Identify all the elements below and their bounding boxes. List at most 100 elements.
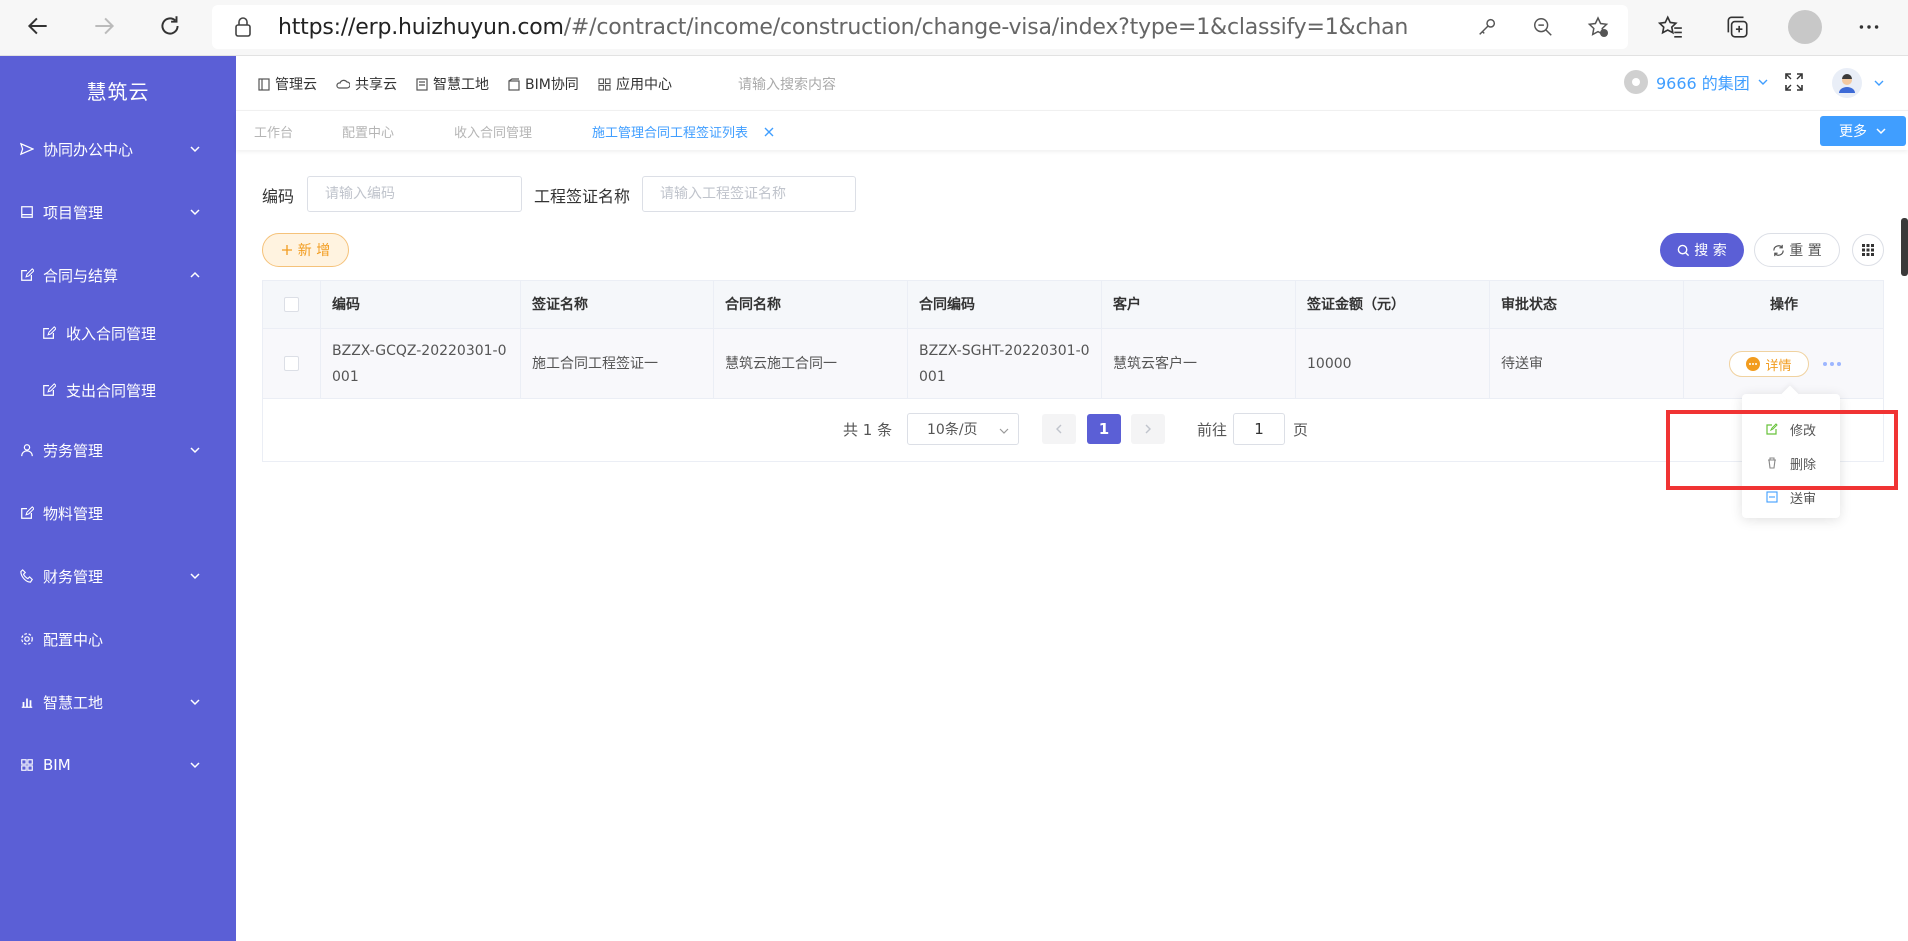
sidebar-item-finance-mgmt[interactable]: 财务管理 [0,556,236,596]
topnav-item-management-cloud[interactable]: 管理云 [258,74,317,94]
table-row[interactable]: BZZX-GCQZ-20220301-0001 施工合同工程签证一 慧筑云施工合… [263,329,1883,399]
sidebar-item-bim[interactable]: BIM [0,745,236,785]
edit-doc-icon [19,267,35,283]
edit-doc-icon [19,505,35,521]
search-button[interactable]: 搜 索 [1660,233,1744,267]
forward-icon[interactable] [86,8,122,44]
sidebar-item-contract-settlement[interactable]: 合同与结算 [0,255,236,295]
tab-visa-list[interactable]: 施工管理合同工程签证列表 [592,122,748,141]
grid-icon [19,757,35,773]
visa-name-input[interactable] [642,176,856,212]
refresh-icon [1773,244,1785,256]
sidebar-item-project-mgmt[interactable]: 项目管理 [0,192,236,232]
row-select-cell [263,329,321,398]
pagination: 共 1 条 10条/页 1 前往 页 [263,399,1883,461]
user-avatar[interactable] [1832,68,1862,98]
global-search-input[interactable]: 请输入搜索内容 [738,74,836,94]
tab-workbench[interactable]: 工作台 [254,122,293,141]
sidebar-item-collab-office[interactable]: 协同办公中心 [0,129,236,169]
sidebar-item-labor-mgmt[interactable]: 劳务管理 [0,430,236,470]
lock-icon[interactable] [234,17,252,41]
close-tab-icon[interactable] [764,125,774,141]
worker-icon [19,442,35,458]
cell-contract-code: BZZX-SGHT-20220301-0001 [908,329,1102,398]
cell-code: BZZX-GCQZ-20220301-0001 [321,329,521,398]
header-amount: 签证金额（元） [1296,281,1490,328]
cell-visa-name: 施工合同工程签证一 [521,329,714,398]
sidebar-item-material-mgmt[interactable]: 物料管理 [0,493,236,533]
tab-income-contract[interactable]: 收入合同管理 [454,122,532,141]
favorites-icon[interactable] [1657,14,1684,44]
favorite-add-icon[interactable] [1586,15,1610,43]
sidebar-item-smart-site[interactable]: 智慧工地 [0,682,236,722]
next-page-button[interactable] [1131,414,1165,444]
reload-icon[interactable] [152,8,188,44]
chevron-down-icon [190,209,200,216]
edit-doc-icon [41,382,57,398]
group-logo-icon [1624,70,1648,94]
top-header: 管理云 共享云 智慧工地 BIM协同 应用中心 请输入搜索内容 9666 的集团 [236,56,1908,110]
tab-config-center[interactable]: 配置中心 [342,122,394,141]
code-input[interactable] [307,176,522,212]
column-settings-button[interactable] [1852,234,1884,266]
sidebar-item-config-center[interactable]: 配置中心 [0,619,236,659]
add-button[interactable]: 新 增 [262,233,349,267]
highlight-box [1666,410,1898,490]
plus-icon [281,245,292,255]
topnav-item-bim-collab[interactable]: BIM协同 [508,74,579,94]
topnav-item-app-center[interactable]: 应用中心 [598,74,672,94]
doc-icon [258,77,270,91]
chevron-down-icon [1876,128,1886,135]
header-status: 审批状态 [1490,281,1684,328]
sidebar-item-expense-contract[interactable]: 支出合同管理 [0,370,236,410]
more-actions-icon[interactable] [1823,362,1844,366]
submit-icon [1766,491,1778,503]
topnav-item-smart-site[interactable]: 智慧工地 [416,74,489,94]
chevron-down-icon [190,762,200,769]
chevron-down-icon [190,573,200,580]
sidebar-item-income-contract[interactable]: 收入合同管理 [0,313,236,353]
chevron-left-icon [1056,424,1062,434]
more-options-icon[interactable] [1856,14,1882,44]
header-actions: 操作 [1770,296,1798,313]
header-visa-name: 签证名称 [521,281,714,328]
cloud-icon [336,79,350,89]
chevron-down-icon [1758,79,1768,85]
search-icon [1677,244,1690,256]
select-all-cell [263,281,321,328]
scrollbar-thumb[interactable] [1901,218,1908,276]
more-tabs-button[interactable]: 更多 [1820,116,1906,146]
prev-page-button[interactable] [1042,414,1076,444]
visa-table: 编码 签证名称 合同名称 合同编码 客户 签证金额（元） 审批状态 操作 BZZ… [262,280,1884,462]
key-icon[interactable] [1476,16,1498,42]
gear-icon [19,631,35,647]
page-number-current[interactable]: 1 [1087,414,1121,444]
profile-avatar[interactable] [1788,10,1822,44]
row-checkbox[interactable] [284,356,299,371]
topnav-item-share-cloud[interactable]: 共享云 [336,74,397,94]
detail-button[interactable]: 详情 [1729,351,1809,377]
chevron-down-icon[interactable] [1872,76,1886,90]
chevron-down-icon [190,699,200,706]
address-bar[interactable]: https://erp.huizhuyun.com/#/contract/inc… [212,5,1628,49]
browser-toolbar: https://erp.huizhuyun.com/#/contract/inc… [0,0,1908,56]
url-text: https://erp.huizhuyun.com/#/contract/inc… [278,15,1408,40]
edit-doc-icon [41,325,57,341]
goto-page-input[interactable] [1233,413,1285,445]
sidebar-logo: 慧筑云 [86,80,150,104]
goto-label: 前往 [1197,421,1228,439]
reset-button[interactable]: 重 置 [1754,233,1840,267]
select-all-checkbox[interactable] [284,297,299,312]
page-size-select[interactable]: 10条/页 [907,413,1019,445]
group-name: 9666 的集团 [1656,74,1750,93]
back-icon[interactable] [20,8,56,44]
send-icon [19,141,35,157]
cell-amount: 10000 [1296,329,1490,398]
zoom-out-icon[interactable] [1532,16,1554,42]
code-label: 编码 [262,187,295,206]
collections-icon[interactable] [1724,14,1750,44]
book-icon [19,204,35,220]
group-selector[interactable]: 9666 的集团 [1624,70,1770,94]
fullscreen-icon[interactable] [1784,72,1804,96]
grid-icon [1862,244,1874,256]
